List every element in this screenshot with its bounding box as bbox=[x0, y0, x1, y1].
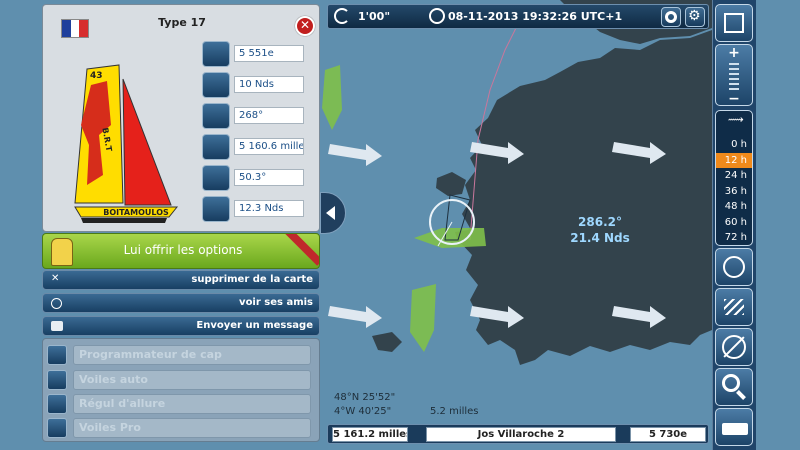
layers-button[interactable] bbox=[715, 288, 753, 326]
send-message-button[interactable]: Envoyer un message bbox=[42, 316, 320, 336]
other-boat-south bbox=[410, 284, 436, 352]
sail-number: 43 bbox=[90, 71, 103, 81]
ribbon-icon bbox=[285, 234, 319, 266]
wind-layer-icon bbox=[724, 299, 744, 315]
refresh-icon[interactable] bbox=[334, 8, 350, 24]
stat-wind-speed: 12.3 Nds bbox=[234, 200, 304, 217]
settings-icon: ⚙ bbox=[688, 8, 701, 24]
stat-heading: 268° bbox=[234, 107, 304, 124]
windsock-icon: ⟿ bbox=[728, 113, 744, 126]
boat-type: Type 17 bbox=[158, 16, 206, 29]
other-boat-north bbox=[322, 65, 342, 130]
forecast-hour-36[interactable]: 36 h bbox=[716, 184, 752, 199]
friends-button[interactable] bbox=[715, 248, 753, 286]
stat-distance: 5 160.6 mille bbox=[234, 138, 304, 155]
boat-view-button[interactable] bbox=[715, 408, 753, 446]
wind-angle-icon bbox=[202, 165, 230, 191]
chevron-left-icon bbox=[326, 206, 335, 220]
see-friends-button[interactable]: voir ses amis bbox=[42, 293, 320, 313]
buy-options-label: Lui offrir les options bbox=[123, 243, 243, 257]
distance-icon bbox=[202, 134, 230, 160]
forecast-hour-48[interactable]: 48 h bbox=[716, 199, 752, 214]
flag-icon: ✕ bbox=[51, 273, 60, 284]
boat-speed-icon bbox=[202, 72, 230, 98]
wind-speed: 21.4 Nds bbox=[570, 231, 630, 245]
windsock-icon bbox=[202, 196, 230, 222]
stat-wind-angle: 50.3° bbox=[234, 169, 304, 186]
stat-rank: 5 551e bbox=[234, 45, 304, 62]
skipper-rank: 5 730e bbox=[630, 427, 706, 442]
latitude-readout: 48°N 25'52" bbox=[334, 392, 396, 403]
top-bar: 1'00" 08-11-2013 19:32:26 UTC+1 ⚙ bbox=[327, 4, 709, 29]
boat-card: Type 17 ✕ 43 B.R.T BOITAMOULOS 5 551e 10… bbox=[42, 4, 320, 232]
edit-icon bbox=[724, 13, 744, 33]
skipper-name[interactable]: Jos Villaroche 2 bbox=[426, 427, 616, 442]
boat-name: BOITAMOULOS bbox=[103, 208, 169, 217]
forecast-hour-0[interactable]: 0 h bbox=[716, 137, 752, 152]
autopilot-item[interactable]: Voiles Pro bbox=[47, 418, 311, 438]
see-friends-label: voir ses amis bbox=[239, 297, 313, 308]
buy-options-button[interactable]: Lui offrir les options bbox=[42, 233, 320, 269]
island-west bbox=[436, 172, 466, 196]
boat-info-panel: Type 17 ✕ 43 B.R.T BOITAMOULOS 5 551e 10… bbox=[42, 4, 320, 450]
skipper-icon bbox=[51, 238, 73, 266]
boat-illustration bbox=[74, 64, 179, 223]
right-toolbar: + − ⟿ 0 h 12 h 24 h 36 h 48 h 60 h 72 h bbox=[712, 0, 756, 450]
envelope-icon bbox=[51, 321, 63, 331]
bottom-bar: 5 161.2 milles Jos Villaroche 2 5 730e bbox=[327, 424, 709, 444]
autopilot-label: Régul d'allure bbox=[73, 394, 311, 414]
island-south bbox=[372, 332, 402, 352]
longitude-readout: 4°W 40'25" bbox=[334, 406, 392, 417]
hide-boats-button[interactable] bbox=[715, 328, 753, 366]
distance-to-finish: 5 161.2 milles bbox=[332, 427, 408, 442]
game-screen: 286.2° 21.4 Nds 48°N 25'52" 4°W 40'25" 5… bbox=[0, 0, 800, 450]
clock-icon bbox=[429, 8, 445, 24]
zoom-control: + − bbox=[715, 44, 753, 106]
autopilot-list: Programmateur de cap Voiles auto Régul d… bbox=[42, 338, 320, 442]
remove-from-map-label: supprimer de la carte bbox=[191, 274, 313, 285]
settings-button[interactable]: ⚙ bbox=[685, 7, 705, 27]
game-datetime: 08-11-2013 19:32:26 UTC+1 bbox=[448, 10, 623, 23]
autopilot-item[interactable]: Programmateur de cap bbox=[47, 345, 311, 365]
remove-from-map-button[interactable]: ✕ supprimer de la carte bbox=[42, 270, 320, 290]
compass-icon bbox=[202, 103, 230, 129]
wind-angle-icon bbox=[47, 394, 67, 414]
notes-button[interactable] bbox=[715, 4, 753, 42]
magnifier-icon bbox=[722, 374, 740, 392]
people-icon bbox=[51, 298, 62, 309]
forecast-hours: ⟿ 0 h 12 h 24 h 36 h 48 h 60 h 72 h bbox=[715, 110, 753, 246]
send-message-label: Envoyer un message bbox=[196, 320, 313, 331]
compass-icon bbox=[47, 345, 67, 365]
autopilot-item[interactable]: Régul d'allure bbox=[47, 394, 311, 414]
stat-speed: 10 Nds bbox=[234, 76, 304, 93]
forecast-hour-24[interactable]: 24 h bbox=[716, 168, 752, 183]
forecast-hour-72[interactable]: 72 h bbox=[716, 230, 752, 245]
boat-icon bbox=[722, 423, 748, 435]
forecast-hour-12[interactable]: 12 h bbox=[716, 153, 752, 168]
people-icon bbox=[723, 256, 745, 278]
autopilot-label: Voiles Pro bbox=[73, 418, 311, 438]
zoom-slider[interactable] bbox=[729, 63, 739, 91]
zoom-out-button[interactable]: − bbox=[716, 92, 752, 106]
zoom-in-button[interactable]: + bbox=[716, 45, 752, 61]
boat-sail-zone bbox=[414, 228, 486, 248]
lifebuoy-icon bbox=[665, 11, 677, 23]
help-button[interactable] bbox=[661, 7, 681, 27]
close-button[interactable]: ✕ bbox=[295, 16, 315, 36]
autopilot-label: Programmateur de cap bbox=[73, 345, 311, 365]
wind-direction: 286.2° bbox=[578, 215, 622, 229]
boat-icon bbox=[202, 41, 230, 67]
refresh-interval: 1'00" bbox=[358, 10, 391, 23]
scale-readout: 5.2 milles bbox=[430, 406, 479, 417]
autopilot-label: Voiles auto bbox=[73, 370, 311, 390]
forecast-hour-60[interactable]: 60 h bbox=[716, 215, 752, 230]
pro-sails-icon bbox=[47, 418, 67, 438]
sails-icon bbox=[47, 370, 67, 390]
search-button[interactable] bbox=[715, 368, 753, 406]
autopilot-item[interactable]: Voiles auto bbox=[47, 370, 311, 390]
